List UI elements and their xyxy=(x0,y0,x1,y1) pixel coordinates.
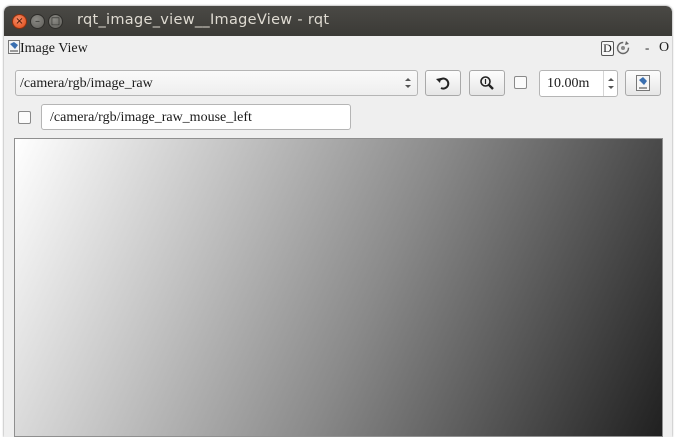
close-window-button[interactable]: × xyxy=(12,14,27,29)
save-image-button[interactable] xyxy=(625,70,661,96)
zoom-button[interactable] xyxy=(469,70,505,96)
save-image-icon xyxy=(636,75,650,91)
updown-arrows-icon xyxy=(405,78,411,88)
dock-close-button[interactable]: O xyxy=(659,40,669,56)
maximize-icon: □ xyxy=(50,16,61,27)
image-display[interactable] xyxy=(14,138,663,437)
zoom-icon xyxy=(480,76,494,90)
window-title: rqt_image_view__ImageView - rqt xyxy=(77,12,330,28)
minimize-window-button[interactable]: – xyxy=(30,14,45,29)
mouse-topic-input[interactable]: /camera/rgb/image_raw_mouse_left xyxy=(41,104,351,130)
rotation-value: 10.00m xyxy=(547,76,590,91)
close-icon: × xyxy=(15,16,24,27)
topic-select-value: /camera/rgb/image_raw xyxy=(20,76,153,91)
dock-title-bar: Image View D - O xyxy=(4,36,672,62)
topic-select[interactable]: /camera/rgb/image_raw xyxy=(15,70,418,96)
app-window: × – □ rqt_image_view__ImageView - rqt Im… xyxy=(4,6,672,437)
spin-arrows-icon[interactable] xyxy=(607,75,615,92)
dock-title: Image View xyxy=(20,41,88,56)
smooth-scaling-checkbox[interactable] xyxy=(514,76,527,89)
minimize-icon: – xyxy=(35,16,40,27)
dock-minimize-button[interactable]: - xyxy=(645,40,649,56)
image-view-plugin-icon xyxy=(8,40,20,54)
refresh-icon xyxy=(436,77,450,90)
title-bar: × – □ rqt_image_view__ImageView - rqt xyxy=(4,6,672,36)
refresh-topics-button[interactable] xyxy=(425,70,461,96)
help-button[interactable]: D xyxy=(601,41,614,56)
mouse-topic-value: /camera/rgb/image_raw_mouse_left xyxy=(50,110,252,125)
maximize-window-button[interactable]: □ xyxy=(48,14,63,29)
reload-plugin-icon[interactable] xyxy=(615,40,631,56)
publish-mouse-checkbox[interactable] xyxy=(18,111,31,124)
rotation-spinbox[interactable]: 10.00m xyxy=(539,70,618,97)
spin-divider xyxy=(603,71,604,96)
